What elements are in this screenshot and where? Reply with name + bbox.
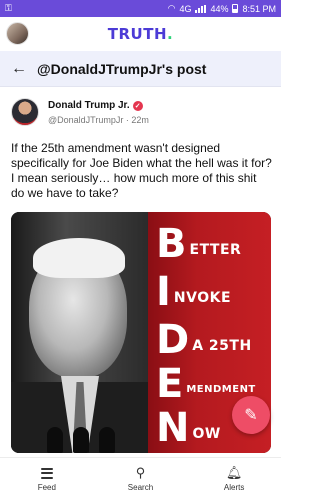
bottom-nav: Feed ⚲ Search 🔔︎ Alerts	[0, 457, 281, 500]
truth-logo: TRUTH.	[107, 25, 174, 43]
post-header: ← @DonaldJTrumpJr's post	[0, 51, 281, 87]
acrostic-line-5: N OW	[156, 405, 221, 451]
app-bar: TRUTH.	[0, 17, 281, 51]
feed-icon	[40, 466, 53, 480]
page-title: @DonaldJTrumpJr's post	[37, 60, 207, 77]
nav-search[interactable]: ⚲ Search	[100, 465, 180, 492]
acrostic-line-1: B ETTER	[156, 221, 242, 267]
compose-button[interactable]: ✎	[232, 396, 270, 434]
clock: 8:51 PM	[242, 3, 276, 14]
post-author-row: Donald Trump Jr. ✓ @DonaldJTrumpJr · 22m	[11, 98, 271, 132]
nav-alerts[interactable]: 🔔︎ Alerts	[194, 465, 274, 492]
wifi-icon: ◠	[167, 3, 176, 13]
battery-percent: 44%	[210, 3, 229, 14]
arrow-left-icon[interactable]: ←	[11, 60, 31, 78]
vpn-key-icon: ⚿	[5, 3, 12, 13]
portrait-photo	[11, 212, 148, 453]
nav-feed[interactable]: Feed	[7, 466, 87, 492]
author-handle-time: @DonaldJTrumpJr · 22m	[48, 115, 149, 125]
compose-sparkle-icon: ✎	[244, 407, 258, 424]
acrostic-line-2: I NVOKE	[156, 269, 232, 315]
post-text: If the 25th amendment wasn't designed sp…	[11, 141, 272, 200]
acrostic-line-3: DA 25TH	[156, 317, 252, 363]
status-bar: ⚿ ◠ 4G 44% 8:51 PM	[0, 0, 281, 17]
bell-icon: 🔔︎	[225, 465, 243, 480]
battery-icon	[232, 4, 239, 13]
author-name[interactable]: Donald Trump Jr. ✓	[48, 100, 143, 111]
signal-icon	[195, 4, 207, 13]
profile-avatar[interactable]	[6, 22, 29, 45]
network-label: 4G	[179, 3, 192, 14]
verified-badge-icon: ✓	[132, 100, 143, 111]
author-avatar[interactable]	[11, 98, 39, 126]
search-icon: ⚲	[135, 465, 146, 480]
